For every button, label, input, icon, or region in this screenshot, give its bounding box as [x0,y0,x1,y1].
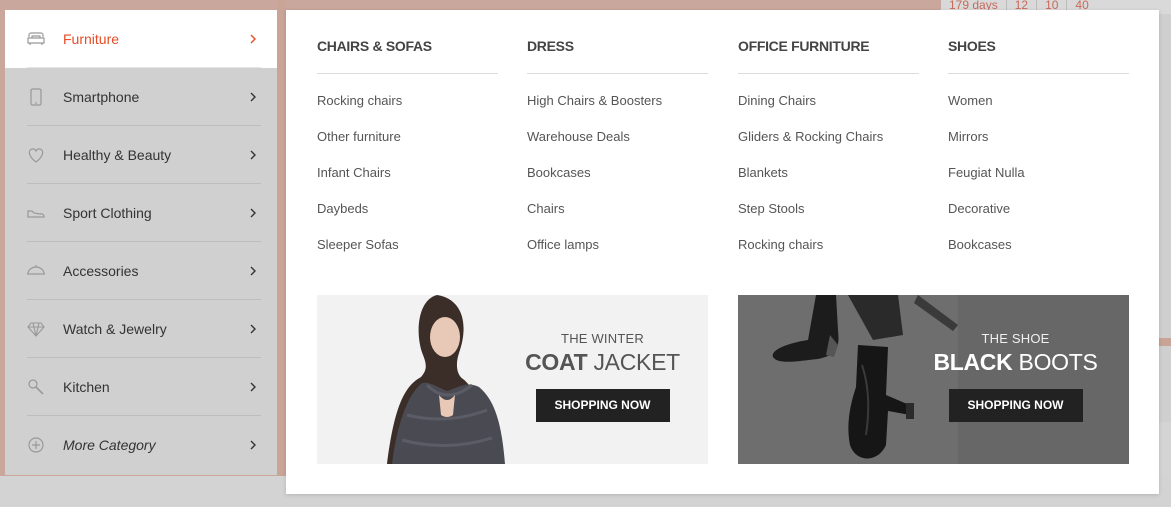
menu-link[interactable]: Chairs [527,198,708,234]
countdown-days: 179 days [949,0,998,12]
countdown-hours: 12 [1005,0,1036,11]
menu-column-title[interactable]: CHAIRS & SOFAS [317,36,498,74]
menu-link[interactable]: Daybeds [317,198,498,234]
menu-column-title[interactable]: DRESS [527,36,708,74]
chevron-right-icon [249,147,257,163]
chevron-right-icon [249,263,257,279]
menu-link[interactable]: Blankets [738,162,919,198]
menu-link[interactable]: Dining Chairs [738,90,919,126]
banner-subtitle: THE WINTER [561,331,644,346]
sidebar-item-label: Furniture [63,31,120,47]
menu-link[interactable]: Decorative [948,198,1129,234]
plus-circle-icon [26,435,46,455]
promo-banner-black-boots[interactable]: THE SHOE BLACK BOOTS SHOPPING NOW [738,295,1129,464]
sidebar-item-more-category[interactable]: More Category [5,416,277,474]
shoe-icon [26,203,46,223]
banner-title: COAT JACKET [497,349,708,376]
menu-link[interactable]: Mirrors [948,126,1129,162]
sidebar-item-label: More Category [63,437,156,453]
menu-link[interactable]: Warehouse Deals [527,126,708,162]
sidebar-item-kitchen[interactable]: Kitchen [5,358,277,416]
promo-banner-coat-jacket[interactable]: THE WINTER COAT JACKET SHOPPING NOW [317,295,708,464]
category-sidebar: Furniture Smartphone Healthy & Beauty Sp… [5,10,277,475]
menu-link[interactable]: Step Stools [738,198,919,234]
sidebar-item-accessories[interactable]: Accessories [5,242,277,300]
menu-link[interactable]: Other furniture [317,126,498,162]
menu-column-title[interactable]: OFFICE FURNITURE [738,36,919,74]
background-band [1158,338,1171,346]
menu-column-chairs-sofas: CHAIRS & SOFAS Rocking chairs Other furn… [317,36,498,270]
sofa-icon [26,29,46,49]
sidebar-item-sport-clothing[interactable]: Sport Clothing [5,184,277,242]
model-photo [387,295,505,464]
chevron-right-icon [249,205,257,221]
sidebar-item-label: Sport Clothing [63,205,152,221]
menu-link[interactable]: Office lamps [527,234,708,270]
countdown-seconds: 40 [1066,0,1096,11]
chevron-right-icon [249,379,257,395]
chevron-right-icon [249,437,257,453]
sidebar-item-smartphone[interactable]: Smartphone [5,68,277,126]
smartphone-icon [26,87,46,107]
menu-link[interactable]: Bookcases [948,234,1129,270]
menu-link[interactable]: Rocking chairs [317,90,498,126]
menu-column-shoes: SHOES Women Mirrors Feugiat Nulla Decora… [948,36,1129,270]
shopping-now-button[interactable]: SHOPPING NOW [535,389,670,422]
banner-title-bold: BLACK [933,349,1013,375]
sidebar-item-label: Smartphone [63,89,140,105]
sidebar-item-watch-jewelry[interactable]: Watch & Jewelry [5,300,277,358]
cap-icon [26,261,46,281]
spoon-icon [26,377,46,397]
chevron-right-icon [249,321,257,337]
sidebar-item-label: Accessories [63,263,139,279]
menu-column-dress: DRESS High Chairs & Boosters Warehouse D… [527,36,708,270]
menu-link[interactable]: Women [948,90,1129,126]
background-band [1158,422,1171,476]
menu-link[interactable]: Bookcases [527,162,708,198]
banner-subtitle: THE SHOE [981,331,1050,346]
banner-text: THE WINTER COAT JACKET SHOPPING NOW [497,331,708,422]
sidebar-item-label: Healthy & Beauty [63,147,172,163]
chevron-right-icon [249,31,257,47]
menu-link[interactable]: Rocking chairs [738,234,919,270]
menu-link[interactable]: Gliders & Rocking Chairs [738,126,919,162]
mega-menu-panel: CHAIRS & SOFAS Rocking chairs Other furn… [286,10,1159,494]
diamond-icon [26,319,46,339]
chevron-right-icon [249,89,257,105]
sidebar-item-label: Kitchen [63,379,110,395]
sidebar-item-furniture[interactable]: Furniture [5,10,277,68]
menu-column-title[interactable]: SHOES [948,36,1129,74]
menu-link[interactable]: Infant Chairs [317,162,498,198]
shopping-now-button[interactable]: SHOPPING NOW [948,389,1083,422]
page-background-right [1158,0,1171,476]
banner-title-rest: BOOTS [1012,349,1098,375]
sidebar-item-healthy-beauty[interactable]: Healthy & Beauty [5,126,277,184]
menu-link[interactable]: High Chairs & Boosters [527,90,708,126]
menu-column-office-furniture: OFFICE FURNITURE Dining Chairs Gliders &… [738,36,919,270]
banner-title-rest: JACKET [587,349,680,375]
banner-text: THE SHOE BLACK BOOTS SHOPPING NOW [908,331,1123,422]
heart-icon [26,145,46,165]
banner-title: BLACK BOOTS [908,349,1123,376]
menu-link[interactable]: Sleeper Sofas [317,234,498,270]
page-background-strip [277,0,286,476]
menu-link[interactable]: Feugiat Nulla [948,162,1129,198]
banner-title-bold: COAT [525,349,588,375]
sidebar-item-label: Watch & Jewelry [63,321,167,337]
countdown-minutes: 10 [1036,0,1066,11]
